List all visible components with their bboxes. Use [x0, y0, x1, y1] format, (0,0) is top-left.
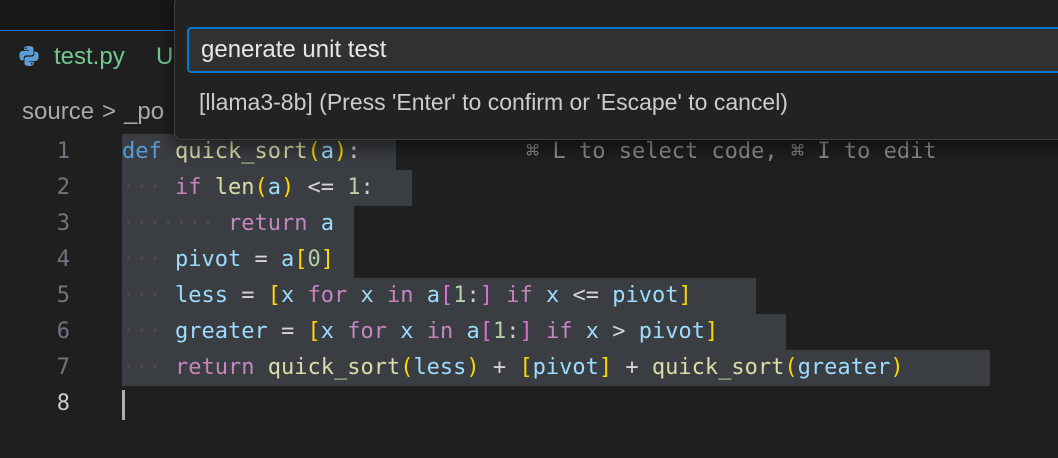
prompt-instructions: [llama3-8b] (Press 'Enter' to confirm or… [199, 89, 788, 115]
code-line: 7 ··· return quick_sort(less) + [pivot] … [0, 350, 1058, 386]
code-line: 3 ······· return a [0, 206, 1058, 242]
line-number: 1 [56, 139, 70, 164]
line-number: 4 [56, 247, 70, 272]
code-line: 6 ··· greater = [x for x in a[1:] if x >… [0, 314, 1058, 350]
text-cursor [122, 390, 125, 420]
code-line: 8 [0, 386, 1058, 422]
code-line: 2 ··· if len(a) <= 1: [0, 170, 1058, 206]
code-line: 4 ··· pivot = a[0] [0, 242, 1058, 278]
tab-filename: test.py [54, 43, 125, 70]
code-editor[interactable]: 1 def quick_sort(a): ⌘ L to select code,… [0, 134, 1058, 458]
code-line: 5 ··· less = [x for x in a[1:] if x <= p… [0, 278, 1058, 314]
line-number: 6 [56, 319, 70, 344]
untracked-badge: U [156, 43, 174, 70]
breadcrumb-item-source[interactable]: source [22, 98, 94, 125]
inline-chat-prompt: [llama3-8b] (Press 'Enter' to confirm or… [174, 0, 1058, 140]
line-number: 8 [56, 391, 70, 416]
breadcrumb-separator: > [102, 98, 117, 125]
breadcrumb-item-folder[interactable]: _po [124, 98, 164, 125]
line-number: 7 [56, 355, 70, 380]
line-number: 3 [56, 211, 70, 236]
line-number: 5 [56, 283, 70, 308]
tab-test-py[interactable]: test.py U [0, 30, 175, 83]
python-icon [18, 45, 40, 67]
line-number: 2 [56, 175, 70, 200]
breadcrumb: source > _po [22, 98, 164, 126]
prompt-input[interactable] [187, 27, 1058, 73]
